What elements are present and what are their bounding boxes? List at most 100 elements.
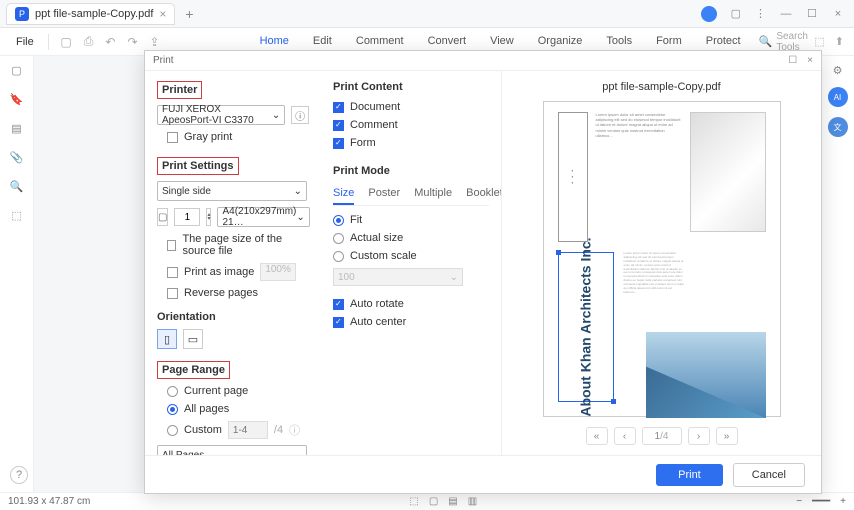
copies-input[interactable] [174, 208, 200, 226]
print-content-column: Print Content Document Comment Form Prin… [321, 71, 501, 455]
gray-print-checkbox[interactable] [167, 132, 178, 143]
mode-tab-poster[interactable]: Poster [368, 185, 400, 205]
duplex-select[interactable]: Single side⌄ [157, 181, 307, 201]
auto-rotate-checkbox[interactable] [333, 299, 344, 310]
landscape-button[interactable]: ▭ [183, 329, 203, 349]
document-tab[interactable]: P ppt file-sample-Copy.pdf × [6, 3, 175, 25]
redo-icon[interactable]: ↷ [123, 35, 141, 49]
left-tool-rail: ▢ 🔖 ▤ 📎 🔍 ⬚ [0, 56, 34, 492]
sb-icon[interactable]: ⬚ [409, 496, 418, 507]
print-button[interactable]: Print [656, 464, 723, 486]
next-page-button[interactable]: › [688, 427, 710, 445]
chevron-down-icon: ⌄ [294, 186, 302, 197]
maximize-icon[interactable]: ☐ [806, 8, 818, 20]
prev-page-button[interactable]: ‹ [614, 427, 636, 445]
share-icon[interactable]: ⇪ [146, 35, 164, 49]
file-menu[interactable]: File [10, 36, 40, 48]
user-avatar-icon[interactable] [701, 6, 717, 22]
thumb-icon[interactable]: ▢ [11, 64, 21, 77]
preview-pagination: « ‹ 1/4 › » [586, 427, 738, 445]
copies-stepper[interactable]: ▴▾ [206, 208, 211, 226]
chevron-down-icon: ⌄ [296, 212, 304, 223]
gift-icon[interactable]: ▢ [731, 7, 741, 20]
orientation-label: Orientation [157, 311, 309, 323]
mode-tab-size[interactable]: Size [333, 185, 354, 205]
preview-photo [646, 332, 766, 418]
close-window-icon[interactable]: × [832, 8, 844, 20]
zoom-in-icon[interactable]: + [840, 496, 846, 507]
outline-icon[interactable]: ▤ [11, 122, 21, 135]
preview-side-strip: ▪ ▪ ▪ [558, 112, 588, 242]
custom-range-input[interactable] [228, 421, 268, 439]
zoom-out-icon[interactable]: − [796, 496, 802, 507]
dimensions-readout: 101.93 x 47.87 cm [8, 496, 90, 507]
print-as-image-checkbox[interactable] [167, 267, 178, 278]
comment-checkbox[interactable] [333, 120, 344, 131]
reverse-pages-checkbox[interactable] [167, 288, 178, 299]
preview-about-box: About Khan Architects Inc. [558, 252, 614, 402]
dialog-footer: Print Cancel [145, 455, 821, 493]
first-page-button[interactable]: « [586, 427, 608, 445]
pdf-icon: P [15, 7, 29, 21]
mode-tab-booklet[interactable]: Booklet [466, 185, 503, 205]
page-range-section-label: Page Range [157, 361, 230, 379]
translate-icon[interactable]: 文 [828, 117, 848, 137]
save-icon[interactable]: ▢ [56, 35, 75, 49]
source-page-size-checkbox[interactable] [167, 240, 176, 251]
dialog-maximize-icon[interactable]: ☐ [788, 55, 797, 66]
properties-icon[interactable]: ⚙ [833, 64, 843, 77]
paper-size-select[interactable]: A4(210x297mm) 21…⌄ [217, 207, 309, 227]
add-tab-button[interactable]: + [179, 6, 199, 22]
sb-icon[interactable]: ▢ [429, 496, 438, 507]
kebab-icon[interactable]: ⋮ [755, 7, 766, 20]
sb-icon[interactable]: ▥ [468, 496, 477, 507]
pages-subset-select[interactable]: All Pages⌄ [157, 445, 307, 455]
expand-icon[interactable]: ⬆ [835, 35, 844, 48]
custom-range-radio[interactable] [167, 425, 178, 436]
ai-icon[interactable]: AI [828, 87, 848, 107]
print-content-label: Print Content [333, 81, 489, 93]
preview-text-block: Lorem ipsum dolor sit amet consectetur a… [596, 112, 682, 242]
print-icon[interactable]: ⎙ [80, 34, 98, 49]
auto-center-checkbox[interactable] [333, 317, 344, 328]
search-panel-icon[interactable]: 🔍 [10, 180, 24, 193]
close-tab-icon[interactable]: × [159, 7, 166, 21]
actual-size-radio[interactable] [333, 233, 344, 244]
layers-icon[interactable]: ⬚ [11, 209, 21, 222]
cancel-button[interactable]: Cancel [733, 463, 805, 487]
minimize-icon[interactable]: — [780, 8, 792, 20]
preview-filename: ppt file-sample-Copy.pdf [602, 81, 720, 93]
printer-info-button[interactable]: ⓘ [291, 106, 309, 124]
form-checkbox[interactable] [333, 138, 344, 149]
last-page-button[interactable]: » [716, 427, 738, 445]
fit-radio[interactable] [333, 215, 344, 226]
portrait-button[interactable]: ▯ [157, 329, 177, 349]
cloud-icon[interactable]: ⬚ [814, 35, 824, 48]
dpi-input: 100% [260, 263, 296, 281]
range-help-icon[interactable]: ⓘ [289, 422, 300, 438]
printer-select[interactable]: FUJI XEROX ApeosPort-VI C3370⌄ [157, 105, 285, 125]
copies-icon: ▢ [157, 208, 168, 226]
custom-scale-radio[interactable] [333, 251, 344, 262]
dialog-close-icon[interactable]: × [807, 55, 813, 66]
chevron-down-icon: ⌄ [272, 110, 280, 121]
undo-icon[interactable]: ↶ [101, 35, 119, 49]
right-tool-rail: ⚙ AI 文 [820, 56, 854, 492]
zoom-slider[interactable]: ━━━ [812, 496, 830, 507]
scale-input: 100⌄ [333, 268, 463, 286]
mode-tab-multiple[interactable]: Multiple [414, 185, 452, 205]
sb-icon[interactable]: ▤ [448, 496, 457, 507]
app-tabbar: P ppt file-sample-Copy.pdf × + ▢ ⋮ — ☐ × [0, 0, 854, 28]
help-button[interactable]: ? [10, 466, 28, 484]
chevron-down-icon: ⌄ [450, 272, 458, 283]
print-settings-section-label: Print Settings [157, 157, 239, 175]
custom-range-label: Custom [184, 424, 222, 436]
bookmark-icon[interactable]: 🔖 [10, 93, 24, 106]
attach-icon[interactable]: 📎 [10, 151, 24, 164]
all-pages-radio[interactable] [167, 404, 178, 415]
print-as-image-label: Print as image [184, 266, 254, 278]
dialog-title-text: Print [153, 55, 174, 66]
current-page-radio[interactable] [167, 386, 178, 397]
page-indicator: 1/4 [642, 427, 682, 445]
document-checkbox[interactable] [333, 102, 344, 113]
